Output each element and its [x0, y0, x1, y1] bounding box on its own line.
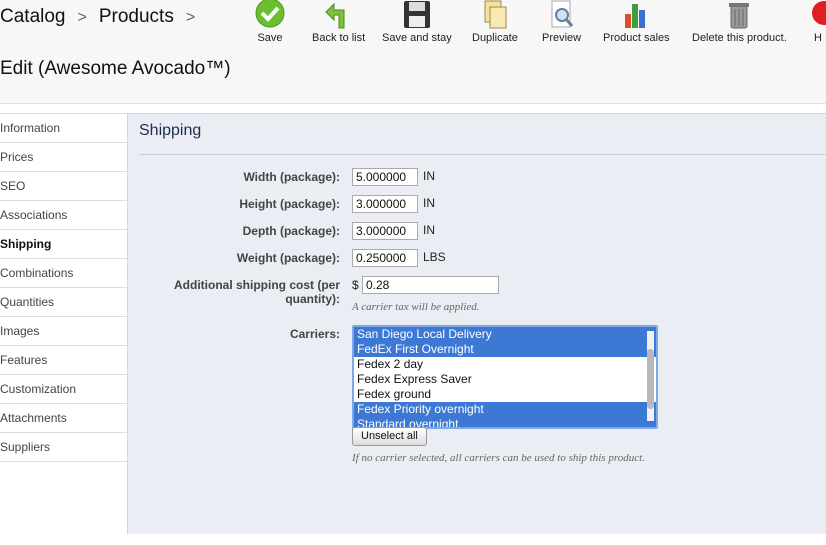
no-carrier-hint: If no carrier selected, all carriers can… [352, 452, 645, 464]
carriers-label: Carriers: [289, 327, 340, 341]
delete-product-button[interactable]: Delete this product. [692, 0, 787, 44]
product-sales-button[interactable]: Product sales [603, 0, 670, 44]
help-button[interactable]: H [810, 0, 826, 44]
sidebar-item-associations[interactable]: Associations [0, 201, 127, 230]
sidebar-item-suppliers[interactable]: Suppliers [0, 433, 127, 462]
back-arrow-icon [324, 2, 345, 29]
sidebar-item-combinations[interactable]: Combinations [0, 259, 127, 288]
shipping-panel: Shipping Width (package): IN Height (pac… [127, 113, 826, 534]
carriers-scrollbar-thumb[interactable] [647, 349, 654, 409]
carriers-select[interactable]: San Diego Local Delivery FedEx First Ove… [352, 325, 658, 429]
section-title: Shipping [139, 122, 202, 139]
sidebar-item-information[interactable]: Information [0, 114, 127, 143]
breadcrumb-catalog[interactable]: Catalog [0, 6, 66, 28]
width-input[interactable] [352, 168, 418, 186]
breadcrumb-separator: > [77, 9, 87, 26]
unselect-all-button[interactable]: Unselect all [352, 427, 427, 446]
width-label: Width (package): [243, 170, 340, 184]
breadcrumb-separator: > [185, 9, 196, 26]
width-unit: IN [423, 169, 435, 183]
sidebar-item-shipping[interactable]: Shipping [0, 230, 127, 259]
carrier-option[interactable]: Fedex ground [354, 387, 656, 402]
carrier-option[interactable]: San Diego Local Delivery [354, 327, 656, 342]
sidebar-item-attachments[interactable]: Attachments [0, 404, 127, 433]
additional-cost-label: Additional shipping cost (per quantity): [128, 278, 340, 306]
trash-icon [729, 3, 750, 29]
carrier-option[interactable]: FedEx First Overnight [354, 342, 656, 357]
page-title: Edit (Awesome Avocado™) [0, 58, 231, 79]
weight-label: Weight (package): [236, 251, 340, 265]
sidebar: Information Prices SEO Associations Ship… [0, 113, 127, 462]
additional-cost-input[interactable] [362, 276, 499, 294]
floppy-disk-icon [403, 1, 430, 28]
carrier-option[interactable]: Fedex Express Saver [354, 372, 656, 387]
duplicate-pages-icon [484, 0, 507, 29]
carrier-option[interactable]: Fedex 2 day [354, 357, 656, 372]
help-icon [812, 1, 826, 25]
sidebar-item-seo[interactable]: SEO [0, 172, 127, 201]
save-and-stay-button[interactable]: Save and stay [382, 0, 452, 44]
sidebar-item-images[interactable]: Images [0, 317, 127, 346]
sidebar-item-features[interactable]: Features [0, 346, 127, 375]
bar-chart-icon [625, 4, 646, 28]
duplicate-button[interactable]: Duplicate [472, 0, 518, 44]
sidebar-item-customization[interactable]: Customization [0, 375, 127, 404]
preview-button[interactable]: Preview [542, 0, 581, 44]
depth-input[interactable] [352, 222, 418, 240]
weight-input[interactable] [352, 249, 418, 267]
height-input[interactable] [352, 195, 418, 213]
magnifier-icon [551, 0, 573, 28]
weight-unit: LBS [423, 250, 446, 264]
height-unit: IN [423, 196, 435, 210]
additional-cost-label-line1: Additional shipping cost (per [174, 278, 340, 292]
save-button[interactable]: Save [253, 0, 287, 44]
checkmark-icon [255, 0, 285, 28]
depth-label: Depth (package): [242, 224, 340, 238]
divider [139, 154, 826, 155]
breadcrumb-products[interactable]: Products [99, 6, 174, 28]
currency-symbol: $ [352, 278, 359, 292]
carrier-option[interactable]: Fedex Priority overnight [354, 402, 656, 417]
sidebar-item-quantities[interactable]: Quantities [0, 288, 127, 317]
height-label: Height (package): [239, 197, 340, 211]
additional-cost-label-line2: quantity): [285, 292, 340, 306]
depth-unit: IN [423, 223, 435, 237]
back-to-list-button[interactable]: Back to list [312, 0, 365, 44]
breadcrumb: Catalog > Products > [0, 6, 207, 30]
header: Catalog > Products > Edit (Awesome Avocado™… [0, 0, 826, 104]
sidebar-item-prices[interactable]: Prices [0, 143, 127, 172]
carrier-tax-hint: A carrier tax will be applied. [352, 301, 480, 313]
